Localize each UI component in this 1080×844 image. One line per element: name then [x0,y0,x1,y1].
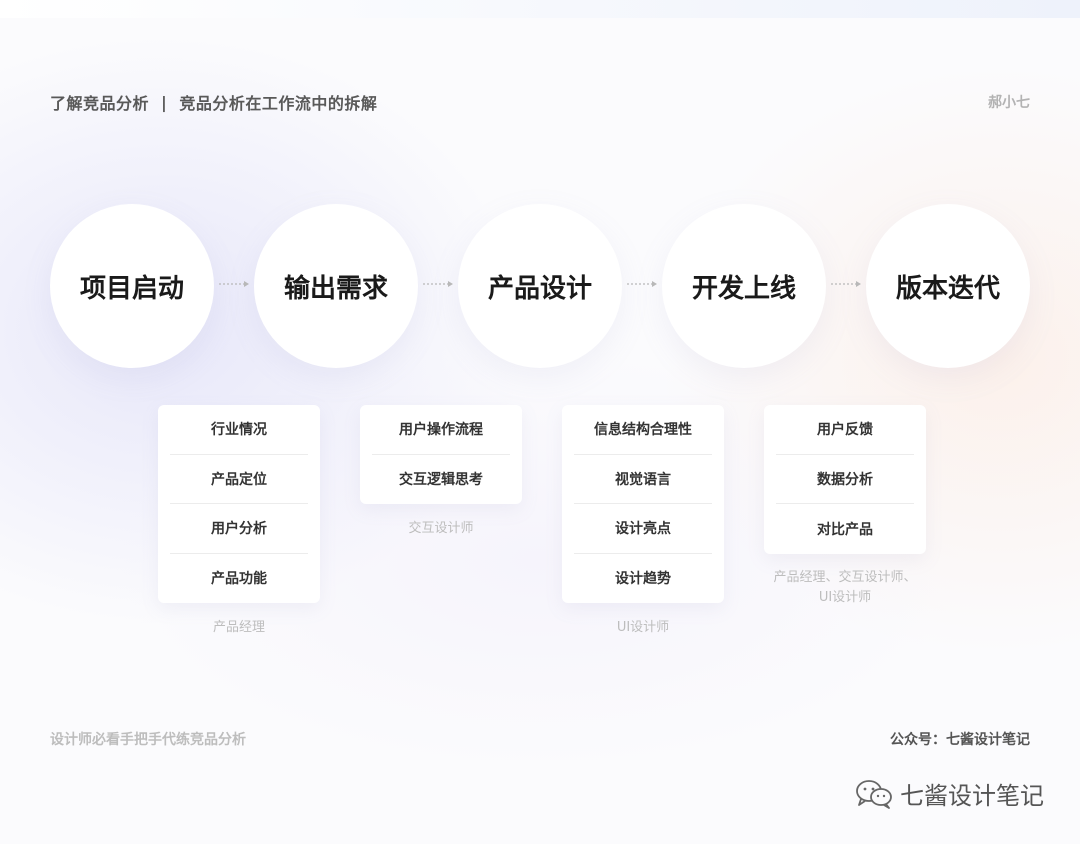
stage-card-2: 用户操作流程 交互逻辑思考 [360,405,522,504]
footer-account: 公众号：七酱设计笔记 [890,732,1030,748]
header-separator: | [161,92,168,112]
header-subtitle: 竞品分析在工作流中的拆解 [179,94,378,113]
top-strip [0,0,1080,18]
card-item: 设计趋势 [615,571,671,588]
stage-role-1: 产品经理 [212,620,265,635]
stage-card-1: 行业情况 产品定位 用户分析 产品功能 [158,405,320,603]
card-item: 产品功能 [211,571,267,588]
stage-role-2: 交互设计师 [408,521,474,536]
card-item: 产品定位 [170,455,308,504]
page-header: 了解竞品分析 | 竞品分析在工作流中的拆解 [50,90,377,114]
watermark: 七酱设计笔记 [854,776,1044,811]
stage-card-3: 信息结构合理性 视觉语言 设计亮点 设计趋势 [562,405,724,603]
watermark-text: 七酱设计笔记 [900,782,1044,810]
card-item: 视觉语言 [574,455,712,504]
stage-role-4-line1: 产品经理、交互设计师、 [773,570,917,585]
flow-arrow-icon [423,281,453,287]
flow-arrow-icon [627,281,657,287]
stage-circle-4: 开发上线 [662,204,826,368]
stage-role-3: UI设计师 [616,620,670,635]
card-item: 用户反馈 [776,405,914,455]
card-item: 设计亮点 [574,504,712,554]
card-item: 信息结构合理性 [574,405,712,455]
stage-circle-3: 产品设计 [458,204,622,368]
card-item: 用户操作流程 [372,405,510,455]
stage-circle-1: 项目启动 [50,204,214,368]
card-item: 对比产品 [817,521,873,538]
flow-arrow-icon [219,281,249,287]
stage-circle-5: 版本迭代 [866,204,1030,368]
card-item: 用户分析 [170,504,308,554]
stage-role-4: 产品经理、交互设计师、 UI设计师 [745,568,945,608]
flow-arrow-icon [831,281,861,287]
card-item: 数据分析 [776,455,914,504]
wechat-icon [856,779,892,809]
stage-circle-2: 输出需求 [254,204,418,368]
footer-tagline: 设计师必看手把手代练竞品分析 [50,732,246,748]
stage-role-4-line2: UI设计师 [818,590,872,605]
card-item: 行业情况 [170,405,308,455]
author-name: 郝小七 [988,95,1030,111]
stage-card-4: 用户反馈 数据分析 对比产品 [764,405,926,554]
header-topic: 了解竞品分析 [50,94,150,113]
card-item: 交互逻辑思考 [399,472,483,489]
